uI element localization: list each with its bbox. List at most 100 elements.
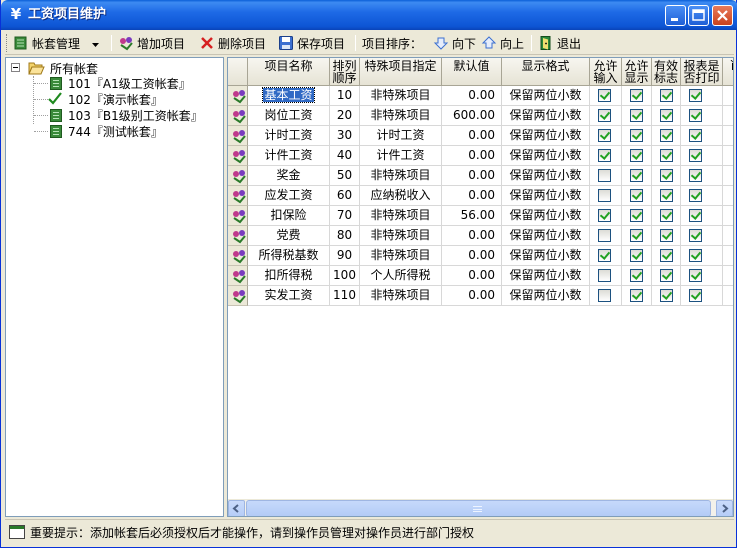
print-in-report-checkbox[interactable] [689, 269, 702, 282]
special-item-cell[interactable]: 应纳税收入 [360, 186, 442, 206]
row-indicator[interactable] [228, 246, 248, 266]
exit-button[interactable]: 退出 [538, 33, 581, 53]
display-format-cell[interactable]: 保留两位小数 [502, 146, 590, 166]
row-indicator[interactable] [228, 106, 248, 126]
row-indicator[interactable] [228, 86, 248, 106]
special-item-cell[interactable]: 个人所得税 [360, 266, 442, 286]
allow-display-checkbox[interactable] [630, 229, 643, 242]
allow-display-checkbox[interactable] [630, 189, 643, 202]
maximize-button[interactable] [688, 5, 709, 26]
valid-flag-checkbox[interactable] [660, 249, 673, 262]
collapse-toggle[interactable] [11, 63, 20, 72]
allow-display-checkbox[interactable] [630, 169, 643, 182]
special-item-cell[interactable]: 非特殊项目 [360, 226, 442, 246]
allow-input-checkbox[interactable] [598, 209, 611, 222]
allow-input-checkbox[interactable] [598, 229, 611, 242]
item-name-cell[interactable]: 岗位工资 [248, 106, 330, 126]
toolbar-grip[interactable] [6, 34, 9, 52]
order-cell[interactable]: 10 [330, 86, 360, 106]
print-in-report-checkbox[interactable] [689, 149, 702, 162]
row-indicator[interactable] [228, 126, 248, 146]
column-header[interactable]: 报表是 否打印 [681, 58, 723, 86]
close-button[interactable] [712, 5, 733, 26]
table-row[interactable]: 所得税基数 90 非特殊项目 0.00 保留两位小数 [228, 246, 733, 266]
row-indicator[interactable] [228, 166, 248, 186]
default-value-cell[interactable]: 0.00 [442, 126, 502, 146]
valid-flag-checkbox[interactable] [660, 269, 673, 282]
default-value-cell[interactable]: 0.00 [442, 246, 502, 266]
row-indicator[interactable] [228, 266, 248, 286]
account-menu-button[interactable]: 帐套管理 [13, 33, 100, 53]
print-in-report-checkbox[interactable] [689, 109, 702, 122]
column-header[interactable]: 允许 显示 [622, 58, 652, 86]
print-in-report-checkbox[interactable] [689, 129, 702, 142]
tree-item-account[interactable]: 744『测试帐套』 [50, 123, 163, 139]
item-name-cell[interactable]: 党费 [248, 226, 330, 246]
table-row[interactable]: 计件工资 40 计件工资 0.00 保留两位小数 [228, 146, 733, 166]
row-indicator[interactable] [228, 226, 248, 246]
table-row[interactable]: 党费 80 非特殊项目 0.00 保留两位小数 [228, 226, 733, 246]
row-indicator[interactable] [228, 286, 248, 306]
column-header[interactable]: ì [723, 58, 733, 86]
order-cell[interactable]: 110 [330, 286, 360, 306]
order-cell[interactable]: 100 [330, 266, 360, 286]
table-row[interactable]: 扣所得税 100 个人所得税 0.00 保留两位小数 [228, 266, 733, 286]
default-value-cell[interactable]: 0.00 [442, 186, 502, 206]
special-item-cell[interactable]: 非特殊项目 [360, 286, 442, 306]
table-row[interactable]: 扣保险 70 非特殊项目 56.00 保留两位小数 [228, 206, 733, 226]
allow-display-checkbox[interactable] [630, 109, 643, 122]
special-item-cell[interactable]: 计件工资 [360, 146, 442, 166]
order-cell[interactable]: 30 [330, 126, 360, 146]
salary-item-grid[interactable]: 项目名称 排列 顺序 特殊项目指定 默认值 显示格式 允许 输入 允许 显示 有效 标志 报表是 否打印 ì… [227, 57, 734, 517]
order-cell[interactable]: 50 [330, 166, 360, 186]
item-name-cell[interactable]: 实发工资 [248, 286, 330, 306]
tree-item-account[interactable]: 101『A1级工资帐套』 [50, 75, 191, 91]
valid-flag-checkbox[interactable] [660, 89, 673, 102]
allow-display-checkbox[interactable] [630, 129, 643, 142]
move-down-button[interactable]: 向下 [433, 33, 476, 53]
allow-input-checkbox[interactable] [598, 129, 611, 142]
valid-flag-checkbox[interactable] [660, 289, 673, 302]
tree-item-account-active[interactable]: 102『演示帐套』 [48, 91, 163, 107]
display-format-cell[interactable]: 保留两位小数 [502, 186, 590, 206]
display-format-cell[interactable]: 保留两位小数 [502, 206, 590, 226]
default-value-cell[interactable]: 0.00 [442, 266, 502, 286]
minimize-button[interactable] [665, 5, 686, 26]
display-format-cell[interactable]: 保留两位小数 [502, 246, 590, 266]
row-indicator[interactable] [228, 206, 248, 226]
allow-input-checkbox[interactable] [598, 149, 611, 162]
scroll-right-button[interactable] [716, 500, 733, 516]
order-cell[interactable]: 20 [330, 106, 360, 126]
print-in-report-checkbox[interactable] [689, 169, 702, 182]
item-name-cell[interactable]: 应发工资 [248, 186, 330, 206]
allow-display-checkbox[interactable] [630, 289, 643, 302]
allow-display-checkbox[interactable] [630, 249, 643, 262]
item-name-cell[interactable]: 计时工资 [248, 126, 330, 146]
display-format-cell[interactable]: 保留两位小数 [502, 266, 590, 286]
tree-item-account[interactable]: 103『B1级别工资帐套』 [50, 107, 203, 123]
print-in-report-checkbox[interactable] [689, 209, 702, 222]
move-up-button[interactable]: 向上 [481, 33, 524, 53]
print-in-report-checkbox[interactable] [689, 249, 702, 262]
allow-input-checkbox[interactable] [598, 169, 611, 182]
table-row[interactable]: 应发工资 60 应纳税收入 0.00 保留两位小数 [228, 186, 733, 206]
row-indicator[interactable] [228, 186, 248, 206]
title-bar[interactable]: ¥ 工资项目维护 [1, 0, 737, 30]
order-cell[interactable]: 70 [330, 206, 360, 226]
valid-flag-checkbox[interactable] [660, 129, 673, 142]
item-name-cell[interactable]: 计件工资 [248, 146, 330, 166]
save-item-button[interactable]: 保存项目 [278, 33, 345, 53]
valid-flag-checkbox[interactable] [660, 169, 673, 182]
delete-item-button[interactable]: 删除项目 [199, 33, 266, 53]
display-format-cell[interactable]: 保留两位小数 [502, 286, 590, 306]
display-format-cell[interactable]: 保留两位小数 [502, 86, 590, 106]
allow-display-checkbox[interactable] [630, 89, 643, 102]
default-value-cell[interactable]: 0.00 [442, 146, 502, 166]
item-name-cell[interactable]: 扣所得税 [248, 266, 330, 286]
allow-input-checkbox[interactable] [598, 109, 611, 122]
allow-input-checkbox[interactable] [598, 189, 611, 202]
print-in-report-checkbox[interactable] [689, 89, 702, 102]
allow-display-checkbox[interactable] [630, 209, 643, 222]
valid-flag-checkbox[interactable] [660, 189, 673, 202]
display-format-cell[interactable]: 保留两位小数 [502, 106, 590, 126]
